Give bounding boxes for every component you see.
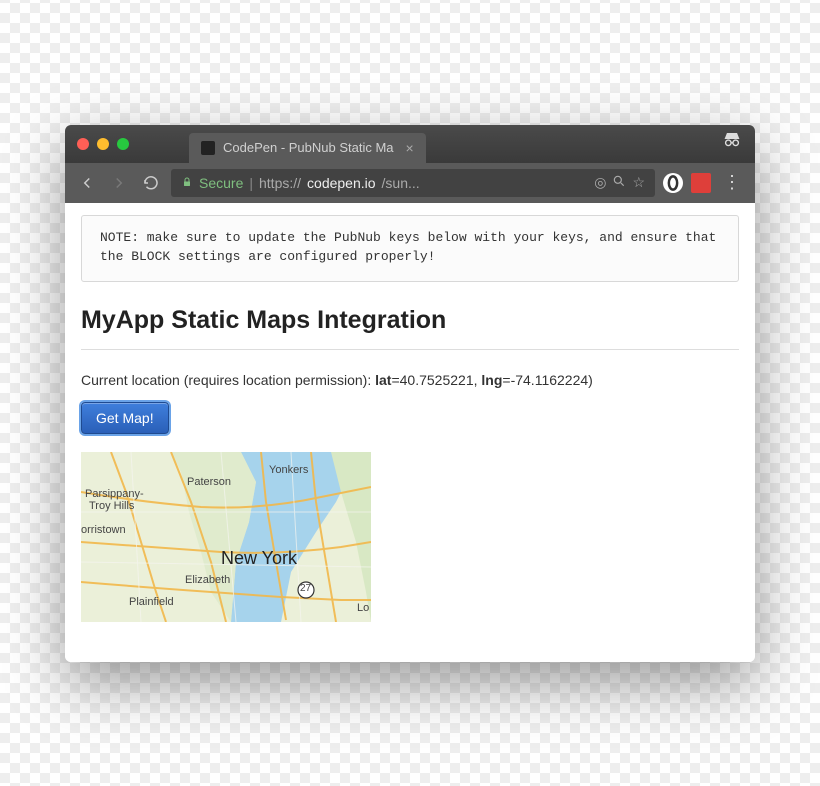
map-image: New York Yonkers Paterson Elizabeth Plai… bbox=[81, 452, 371, 622]
incognito-icon bbox=[721, 130, 743, 157]
url-host: codepen.io bbox=[307, 175, 376, 191]
extension-icon-1[interactable] bbox=[663, 173, 683, 193]
location-icon[interactable]: ◎ bbox=[594, 174, 606, 191]
url-path: /sun... bbox=[382, 175, 420, 191]
tab-title: CodePen - PubNub Static Ma bbox=[223, 140, 394, 155]
location-prefix: Current location (requires location perm… bbox=[81, 372, 375, 388]
url-actions: ◎ ☆ bbox=[594, 174, 645, 191]
toolbar: Secure | https:// codepen.io/sun... ◎ ☆ ⋮ bbox=[65, 163, 755, 203]
map-label-parsippany: Parsippany- bbox=[85, 488, 144, 500]
menu-button[interactable]: ⋮ bbox=[719, 172, 745, 193]
map-label-orristown: orristown bbox=[81, 524, 126, 536]
lng-value: =-74.1162224) bbox=[502, 372, 592, 388]
map-label-lo: Lo bbox=[357, 602, 369, 614]
url-scheme: https:// bbox=[259, 175, 301, 191]
zoom-icon[interactable] bbox=[612, 174, 626, 191]
map-label-newyork: New York bbox=[221, 548, 297, 569]
map-label-elizabeth: Elizabeth bbox=[185, 574, 230, 586]
back-button[interactable] bbox=[75, 171, 99, 195]
window-controls bbox=[65, 138, 129, 150]
map-label-yonkers: Yonkers bbox=[269, 464, 308, 476]
star-icon[interactable]: ☆ bbox=[632, 174, 645, 191]
maximize-button[interactable] bbox=[117, 138, 129, 150]
minimize-button[interactable] bbox=[97, 138, 109, 150]
titlebar: CodePen - PubNub Static Ma × bbox=[65, 125, 755, 163]
forward-button[interactable] bbox=[107, 171, 131, 195]
close-button[interactable] bbox=[77, 138, 89, 150]
note-text: NOTE: make sure to update the PubNub key… bbox=[100, 230, 716, 265]
extensions bbox=[663, 173, 711, 193]
browser-window: CodePen - PubNub Static Ma × Secure bbox=[65, 125, 755, 662]
url-bar[interactable]: Secure | https:// codepen.io/sun... ◎ ☆ bbox=[171, 169, 655, 197]
reload-button[interactable] bbox=[139, 171, 163, 195]
lock-icon bbox=[181, 175, 193, 191]
get-map-button[interactable]: Get Map! bbox=[81, 402, 169, 434]
divider bbox=[81, 349, 739, 350]
tab-close-icon[interactable]: × bbox=[406, 140, 414, 156]
url-separator: | bbox=[249, 175, 253, 191]
lat-value: =40.7525221, bbox=[391, 372, 481, 388]
map-label-route: 27 bbox=[300, 583, 311, 594]
map-label-paterson: Paterson bbox=[187, 476, 231, 488]
page-content: NOTE: make sure to update the PubNub key… bbox=[65, 203, 755, 662]
location-line: Current location (requires location perm… bbox=[81, 372, 739, 388]
browser-tab[interactable]: CodePen - PubNub Static Ma × bbox=[189, 133, 426, 163]
page-title: MyApp Static Maps Integration bbox=[81, 306, 739, 335]
tab-favicon bbox=[201, 141, 215, 155]
map-label-plainfield: Plainfield bbox=[129, 596, 174, 608]
map-label-troyhills: Troy Hills bbox=[89, 500, 134, 512]
note-box: NOTE: make sure to update the PubNub key… bbox=[81, 215, 739, 282]
lng-label: lng bbox=[481, 372, 502, 388]
lat-label: lat bbox=[375, 372, 391, 388]
secure-label: Secure bbox=[199, 175, 243, 191]
extension-icon-2[interactable] bbox=[691, 173, 711, 193]
